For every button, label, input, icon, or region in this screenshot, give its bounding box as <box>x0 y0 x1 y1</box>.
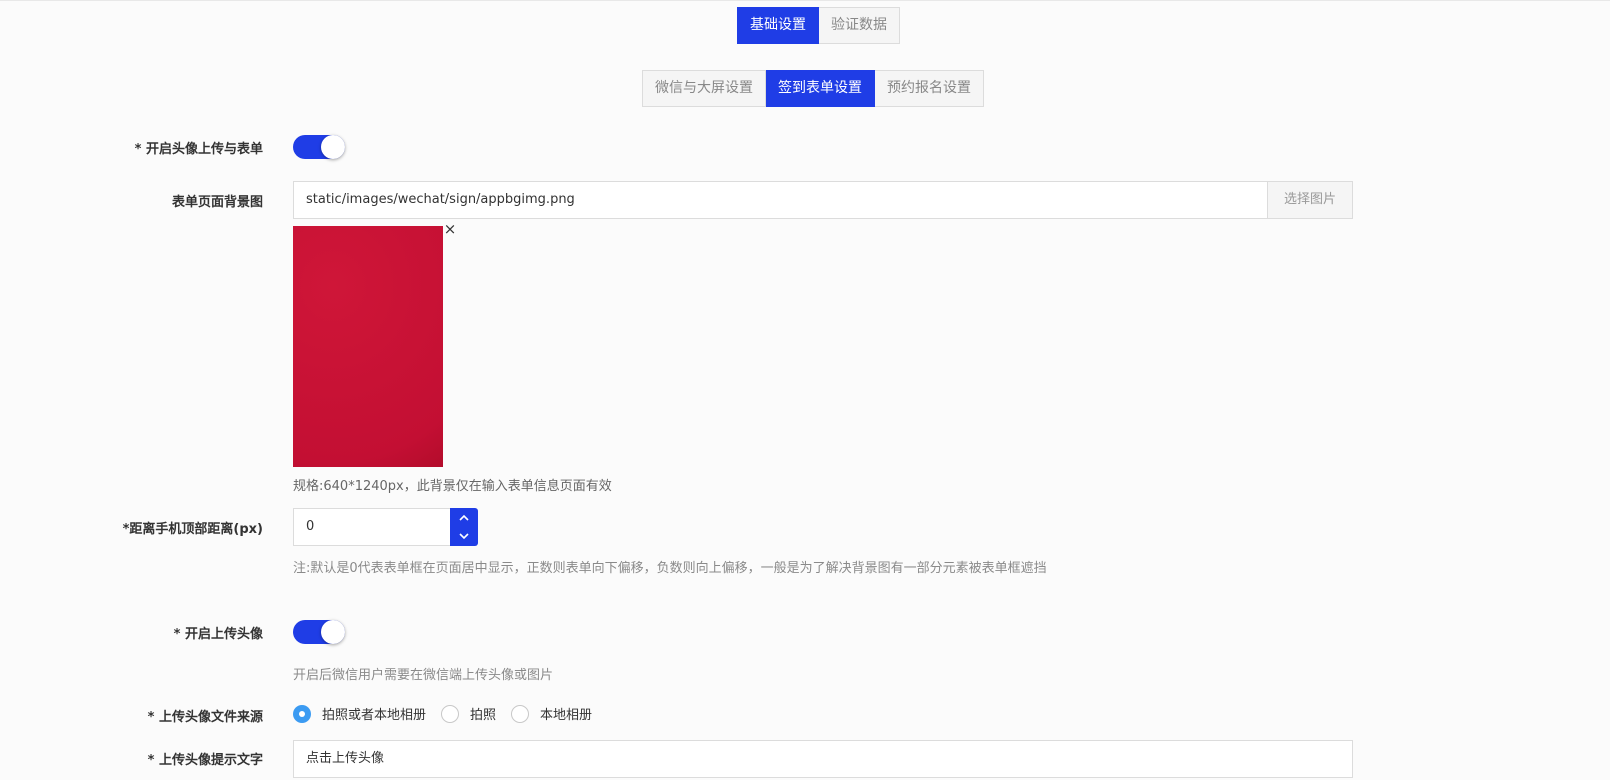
avatar-prompt-input[interactable]: 点击上传头像 <box>293 740 1353 778</box>
bg-image-preview <box>293 226 443 467</box>
avatar-prompt-label: * 上传头像提示文字 <box>147 753 263 768</box>
enable-avatar-form-label: * 开启头像上传与表单 <box>134 142 263 157</box>
avatar-source-radio-group: 拍照或者本地相册 拍照 本地相册 <box>293 704 607 723</box>
top-divider <box>0 0 1610 1</box>
enable-avatar-hint: 开启后微信用户需要在微信端上传头像或图片 <box>293 668 554 683</box>
tab-verify-data[interactable]: 验证数据 <box>819 7 900 44</box>
radio-album[interactable]: 本地相册 <box>511 704 592 723</box>
radio-checked-icon <box>293 704 311 723</box>
bg-image-path-input[interactable]: static/images/wechat/sign/appbgimg.png <box>293 181 1268 219</box>
top-distance-hint: 注:默认是0代表表单框在页面居中显示，正数则表单向下偏移，负数则向上偏移，一般是… <box>293 561 1047 576</box>
chevron-up-icon[interactable] <box>450 508 478 527</box>
radio-label: 拍照或者本地相册 <box>322 708 427 723</box>
radio-label: 本地相册 <box>540 708 593 723</box>
enable-avatar-label: * 开启上传头像 <box>173 627 263 642</box>
tab-reservation-settings[interactable]: 预约报名设置 <box>875 70 984 107</box>
top-distance-input[interactable]: 0 <box>293 508 451 546</box>
enable-avatar-form-toggle[interactable] <box>293 135 345 159</box>
top-distance-label: *距离手机顶部距离(px) <box>122 522 263 537</box>
radio-unchecked-icon <box>511 704 530 723</box>
radio-camera[interactable]: 拍照 <box>441 704 496 723</box>
toggle-knob <box>321 135 345 159</box>
toggle-knob <box>321 620 345 644</box>
tab-basic-settings[interactable]: 基础设置 <box>737 7 819 44</box>
primary-tab-group: 基础设置 验证数据 <box>737 7 900 44</box>
bg-image-label: 表单页面背景图 <box>171 195 263 210</box>
top-distance-stepper <box>450 508 478 546</box>
avatar-source-label: * 上传头像文件来源 <box>147 710 263 725</box>
chevron-down-icon[interactable] <box>450 527 478 546</box>
close-icon[interactable]: × <box>443 222 457 237</box>
choose-image-button[interactable]: 选择图片 <box>1267 181 1353 219</box>
radio-unchecked-icon <box>441 704 460 723</box>
radio-label: 拍照 <box>470 708 497 723</box>
secondary-tab-group: 微信与大屏设置 签到表单设置 预约报名设置 <box>642 70 984 107</box>
enable-avatar-toggle[interactable] <box>293 620 345 644</box>
tab-wechat-screen-settings[interactable]: 微信与大屏设置 <box>642 70 766 107</box>
bg-image-hint: 规格:640*1240px，此背景仅在输入表单信息页面有效 <box>293 479 612 494</box>
tab-signin-form-settings[interactable]: 签到表单设置 <box>766 70 875 107</box>
radio-camera-or-album[interactable]: 拍照或者本地相册 <box>293 704 426 723</box>
